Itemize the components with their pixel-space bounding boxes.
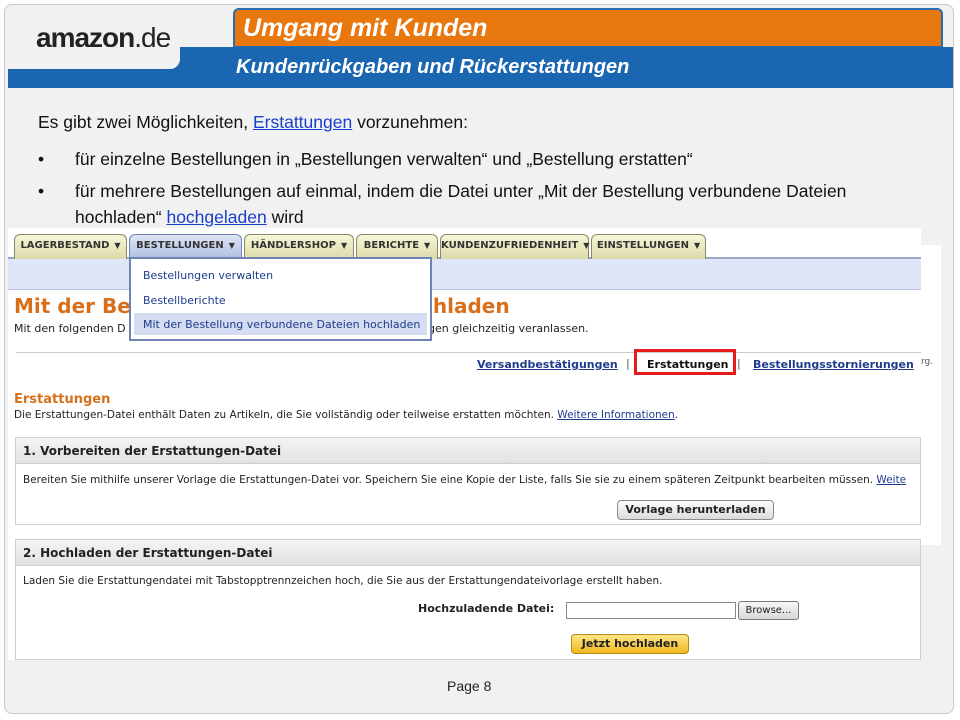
page-subheading-left: Mit den folgenden D bbox=[14, 322, 126, 335]
vorlage-herunterladen-button[interactable]: Vorlage herunterladen bbox=[617, 500, 774, 520]
step2-title: 2. Hochladen der Erstattungen-Datei bbox=[16, 540, 920, 566]
browse-button[interactable]: Browse... bbox=[738, 601, 799, 620]
step1-text: Bereiten Sie mithilfe unserer Vorlage di… bbox=[23, 474, 907, 486]
dropdown-item-dateien-hochladen[interactable]: Mit der Bestellung verbundene Dateien ho… bbox=[143, 318, 420, 331]
intro-text: Es gibt zwei Möglichkeiten, Erstattungen… bbox=[38, 112, 468, 132]
tab-einstellungen[interactable]: EINSTELLUNGEN ▼ bbox=[591, 234, 706, 259]
page-subheading-right: gen gleichzeitig veranlassen. bbox=[428, 322, 589, 335]
bullet-dot: • bbox=[38, 149, 45, 169]
tab-haendlershop[interactable]: HÄNDLERSHOP ▼ bbox=[244, 234, 354, 259]
side-fragment: rg. bbox=[921, 357, 934, 367]
step2-panel: 2. Hochladen der Erstattungen-Datei Lade… bbox=[15, 539, 921, 660]
bullet-item: • für mehrere Bestellungen auf einmal, i… bbox=[38, 178, 858, 230]
tab-kundenzufriedenheit[interactable]: KUNDENZUFRIEDENHEIT ▼ bbox=[440, 234, 589, 259]
tab-bestellungen[interactable]: BESTELLUNGEN ▼ bbox=[129, 234, 242, 259]
file-label: Hochzuladende Datei: bbox=[418, 602, 555, 615]
page-number: Page 8 bbox=[447, 678, 492, 694]
bullet-dot: • bbox=[38, 181, 45, 201]
bestellungen-dropdown: Bestellungen verwalten Bestellberichte M… bbox=[129, 257, 432, 341]
subnav-bestellungsstornierungen[interactable]: Bestellungsstornierungen bbox=[753, 358, 914, 371]
step1-panel: 1. Vorbereiten der Erstattungen-Datei Be… bbox=[15, 437, 921, 525]
bullet-text: für mehrere Bestellungen auf einmal, ind… bbox=[75, 181, 847, 227]
subtitle-bar: Kundenrückgaben und Rückerstattungen bbox=[8, 47, 953, 88]
jetzt-hochladen-button[interactable]: Jetzt hochladen bbox=[571, 634, 689, 654]
subnav-separator: | bbox=[737, 357, 741, 370]
screenshot-edge bbox=[921, 245, 941, 545]
step1-more-link[interactable]: Weite bbox=[876, 474, 906, 486]
file-path-input[interactable] bbox=[566, 602, 736, 619]
tab-lagerbestand[interactable]: LAGERBESTAND ▼ bbox=[14, 234, 127, 259]
hochgeladen-link[interactable]: hochgeladen bbox=[166, 207, 266, 227]
section-title: Erstattungen bbox=[14, 392, 111, 407]
tab-bar: LAGERBESTAND ▼ BESTELLUNGEN ▼ HÄNDLERSHOP ▼… bbox=[8, 228, 921, 259]
subnav-separator: | bbox=[626, 357, 630, 370]
chevron-down-icon: ▼ bbox=[693, 241, 701, 250]
section-description: Die Erstattungen-Datei enthält Daten zu … bbox=[14, 409, 679, 421]
step2-text: Laden Sie die Erstattungendatei mit Tabs… bbox=[23, 575, 663, 587]
bullet-text: für einzelne Bestellungen in „Bestellung… bbox=[75, 149, 693, 169]
erstattungen-link[interactable]: Erstattungen bbox=[253, 112, 352, 132]
subnav-versandbestaetigungen[interactable]: Versandbestätigungen bbox=[477, 358, 618, 371]
chevron-down-icon: ▼ bbox=[424, 241, 431, 250]
subnav-erstattungen[interactable]: Erstattungen bbox=[647, 358, 729, 371]
divider bbox=[16, 352, 921, 353]
dropdown-item-bestellungen-verwalten[interactable]: Bestellungen verwalten bbox=[143, 269, 273, 282]
page-heading-right: chladen bbox=[421, 294, 510, 318]
chevron-down-icon: ▼ bbox=[114, 241, 121, 250]
dropdown-item-bestellberichte[interactable]: Bestellberichte bbox=[143, 294, 226, 307]
slide-title: Umgang mit Kunden bbox=[243, 14, 488, 42]
chevron-down-icon: ▼ bbox=[340, 241, 348, 250]
seller-central-screenshot: LAGERBESTAND ▼ BESTELLUNGEN ▼ HÄNDLERSHOP ▼… bbox=[8, 228, 921, 660]
title-bar: Umgang mit Kunden bbox=[233, 8, 943, 48]
tab-berichte[interactable]: BERICHTE ▼ bbox=[356, 234, 438, 259]
slide-subtitle: Kundenrückgaben und Rückerstattungen bbox=[236, 56, 630, 78]
chevron-down-icon: ▼ bbox=[228, 241, 235, 250]
step1-title: 1. Vorbereiten der Erstattungen-Datei bbox=[16, 438, 920, 464]
subtitle-notch bbox=[8, 47, 180, 69]
chevron-down-icon: ▼ bbox=[583, 241, 590, 250]
weitere-informationen-link[interactable]: Weitere Informationen bbox=[557, 409, 675, 421]
bullet-item: • für einzelne Bestellungen in „Bestellu… bbox=[38, 146, 858, 172]
